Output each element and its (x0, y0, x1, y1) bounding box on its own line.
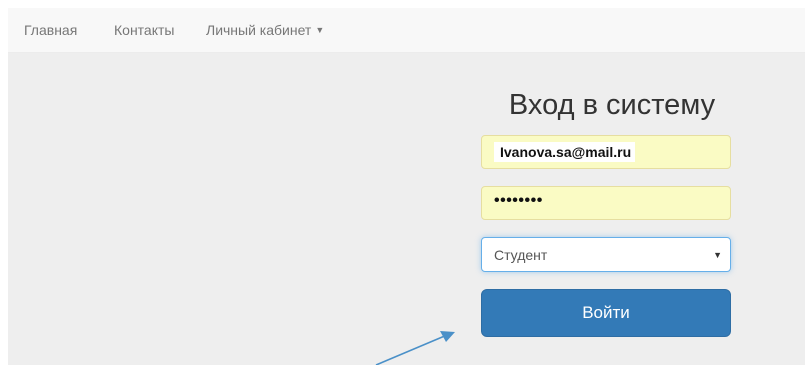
password-value: •••••••• (494, 192, 543, 209)
role-select[interactable]: Студент ▼ (481, 237, 731, 272)
caret-down-icon: ▼ (315, 25, 325, 35)
nav-item-home-label: Главная (24, 22, 78, 38)
email-value: Ivanova.sa@mail.ru (494, 142, 636, 162)
nav-item-account-label: Личный кабинет (206, 22, 312, 38)
login-title: Вход в систему (508, 89, 716, 121)
nav-item-contacts-label: Контакты (114, 22, 175, 38)
nav-item-account-dropdown[interactable]: Личный кабинет ▼ (206, 22, 324, 38)
top-navbar: Главная Контакты Личный кабинет ▼ (8, 8, 805, 53)
nav-item-home[interactable]: Главная (24, 22, 77, 38)
login-button[interactable]: Войти (481, 289, 731, 337)
role-select-value: Студент (494, 246, 548, 263)
nav-item-contacts[interactable]: Контакты (114, 22, 174, 38)
main-content: Вход в систему Ivanova.sa@mail.ru ••••••… (8, 53, 805, 365)
password-field[interactable]: •••••••• (481, 186, 731, 220)
select-arrow-icon: ▼ (713, 249, 722, 260)
email-field[interactable]: Ivanova.sa@mail.ru (481, 135, 731, 169)
